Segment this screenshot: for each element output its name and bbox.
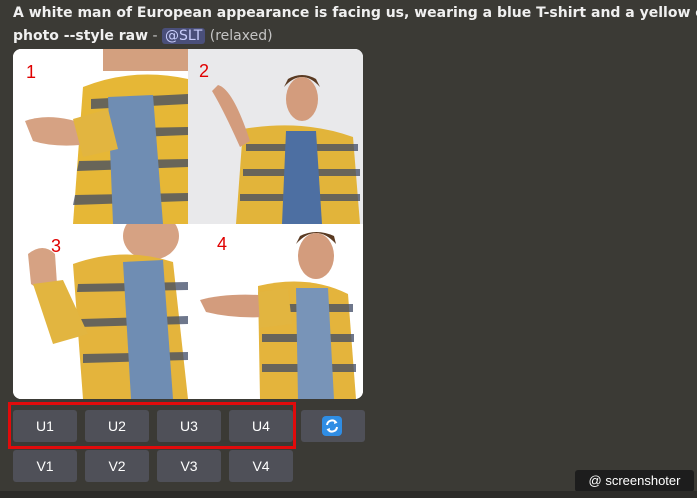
image-tile-4[interactable]: 4 — [188, 224, 363, 399]
prompt-separator: - — [148, 28, 162, 44]
variation-button-1[interactable]: V1 — [13, 450, 77, 482]
bottom-bar — [0, 491, 697, 498]
refresh-icon — [322, 416, 342, 436]
tile-4-number: 4 — [217, 234, 228, 254]
image-tile-2[interactable]: 2 — [188, 49, 363, 224]
tile-3-number: 3 — [51, 236, 62, 256]
image-tile-1[interactable]: 1 — [13, 49, 188, 224]
prompt-line-2: photo --style raw - @SLT (relaxed) — [13, 25, 697, 48]
tile-1-photo — [13, 49, 188, 224]
tile-3-photo — [13, 224, 188, 399]
variation-button-4[interactable]: V4 — [229, 450, 293, 482]
tile-4-photo — [188, 224, 363, 399]
reroll-button[interactable] — [301, 410, 365, 442]
image-tile-3[interactable]: 3 — [13, 224, 188, 399]
prompt-text-continued: photo --style raw — [13, 28, 149, 44]
tile-1-number: 1 — [26, 62, 37, 82]
screenshoter-watermark: @ screenshoter — [575, 470, 694, 492]
prompt-message: A white man of European appearance is fa… — [13, 2, 697, 48]
watermark-text: screenshoter — [605, 473, 681, 488]
prompt-line-1: A white man of European appearance is fa… — [13, 2, 697, 25]
prompt-text: A white man of European appearance is fa… — [13, 5, 697, 21]
tile-2-photo — [188, 49, 363, 224]
user-mention[interactable]: @SLT — [161, 28, 206, 44]
upscale-highlight-box — [8, 402, 296, 449]
tile-2-number: 2 — [199, 61, 210, 81]
variation-button-2[interactable]: V2 — [85, 450, 149, 482]
chat-page: A white man of European appearance is fa… — [0, 0, 697, 498]
variation-button-3[interactable]: V3 — [157, 450, 221, 482]
at-icon: @ — [588, 473, 602, 488]
image-grid[interactable]: 1 2 3 4 — [13, 49, 363, 399]
status-label: (relaxed) — [209, 28, 273, 44]
